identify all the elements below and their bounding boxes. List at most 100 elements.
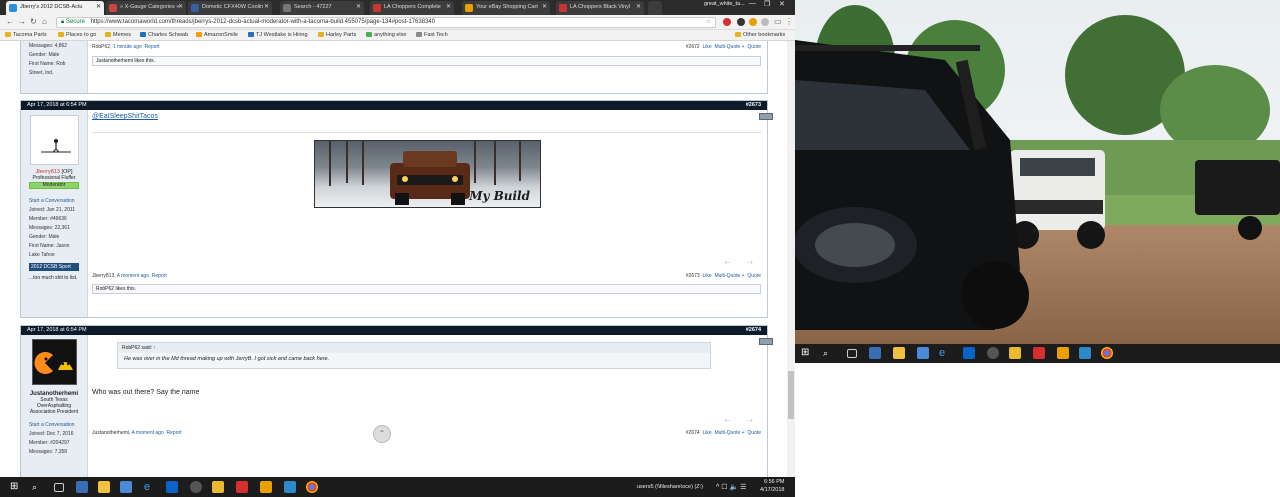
tab-ebay-cart[interactable]: Your eBay Shopping Cart ✕ [462,1,550,15]
post-number[interactable]: #2672 [686,44,700,50]
outlook-icon[interactable] [166,481,178,493]
bookmark-memes[interactable]: Memes [105,32,131,38]
tab-dometic[interactable]: Dometic CFX40W Coolin ✕ [188,1,272,15]
windows-start-icon[interactable]: ⊞ [10,481,22,493]
tab-xgauge[interactable]: » X-Gauge Categories » ✕ [106,1,186,15]
quote-link[interactable]: Quote [747,430,761,436]
close-icon[interactable]: ✕ [178,1,183,14]
like-link[interactable]: Like [702,44,711,50]
bookmark-tj-westlake[interactable]: TJ Westlake is Hiring [248,32,308,38]
app-icon[interactable] [284,481,296,493]
app-icon[interactable] [1057,347,1069,359]
bookmark-tacoma-parts[interactable]: Tacoma Parts [5,32,47,38]
tray-icons[interactable]: ^ ☐ 🔈 ☰ [716,483,746,491]
tab-la-choppers-complete[interactable]: LA Choppers Complete ✕ [370,1,454,15]
task-view-icon[interactable] [54,483,64,492]
report-link[interactable]: Report [152,273,167,279]
multi-quote-link[interactable]: Multi-Quote + [714,44,744,50]
close-icon[interactable]: ✕ [542,1,547,14]
edge-icon[interactable]: e [939,347,951,359]
edge-icon[interactable]: e [144,481,156,493]
post-time-link[interactable]: A moment ago [131,430,163,436]
post-number[interactable]: #2674 [686,430,700,436]
folder-icon[interactable] [212,481,224,493]
start-conversation-link[interactable]: Start a Conversation [21,421,87,430]
report-link[interactable]: Report [167,430,182,436]
post-menu-icon[interactable] [759,338,773,345]
app-icon[interactable] [120,481,132,493]
tray-drive-label[interactable]: users5 (\\fileshare\oce) (Z:) [637,484,703,490]
quote-author[interactable]: RobP62 said: ↑ [118,343,710,353]
computer-icon[interactable] [869,347,881,359]
close-window-icon[interactable]: ✕ [779,0,785,8]
tab-la-choppers-vinyl[interactable]: LA Choppers Black Vinyl ✕ [556,1,644,15]
extension-icon[interactable] [737,18,745,26]
bookmark-fast-tech[interactable]: Fast Tech [416,32,448,38]
clock-time[interactable]: 6:56 PM [764,479,784,485]
chrome-icon[interactable] [306,481,318,493]
bookmark-places-to-go[interactable]: Places to go [58,32,96,38]
app-icon[interactable] [190,481,202,493]
task-view-icon[interactable] [847,349,857,358]
like-link[interactable]: Like [702,273,711,279]
avatar[interactable] [32,339,77,385]
profile-name[interactable]: great_white_ta... [704,1,745,7]
cast-icon[interactable]: ▭ [774,17,782,26]
post-number[interactable]: #2674 [746,326,761,335]
post-time-link[interactable]: A moment ago [117,273,149,279]
file-explorer-icon[interactable] [893,347,905,359]
address-bar[interactable]: 🔒︎ Secure https://www.tacomaworld.com/th… [56,17,716,28]
app-icon[interactable] [236,481,248,493]
other-bookmarks[interactable]: Other bookmarks [735,32,785,38]
menu-kebab-icon[interactable]: ⋮ [785,17,793,26]
close-icon[interactable]: ✕ [636,1,641,14]
windows-start-icon[interactable]: ⊞ [801,347,813,359]
post-number[interactable]: #2673 [746,101,761,110]
app-icon[interactable] [917,347,929,359]
post-time-link[interactable]: 1 minute ago [113,44,142,50]
avatar[interactable] [30,115,79,165]
app-icon[interactable] [987,347,999,359]
page-scrollbar[interactable] [787,41,795,477]
tab-jberrys-build[interactable]: Jberry's 2012 DCSB-Actu ✕ [6,1,104,15]
quote-link[interactable]: Quote [747,44,761,50]
app-icon[interactable] [1033,347,1045,359]
build-banner-image[interactable]: My Build [314,140,541,208]
scrollbar-thumb[interactable] [788,371,794,419]
close-icon[interactable]: ✕ [264,1,269,14]
bookmark-harley-parts[interactable]: Harley Parts [318,32,356,38]
arrow-right-icon[interactable]: ⇢ [746,416,753,425]
start-conversation-link[interactable]: Start a Conversation [21,197,87,206]
computer-icon[interactable] [76,481,88,493]
arrow-left-icon[interactable]: ⇠ [724,258,731,267]
post-author[interactable]: Justanotherhemi, [92,430,130,436]
new-tab-button[interactable] [648,1,662,15]
extension-icon[interactable] [749,18,757,26]
home-icon[interactable]: ⌂ [42,17,47,26]
arrow-right-icon[interactable]: ⇢ [746,258,753,267]
folder-icon[interactable] [1009,347,1021,359]
mention-link[interactable]: @EatSleepShitTacos [92,113,761,120]
close-icon[interactable]: ✕ [446,1,451,14]
forward-arrow-icon[interactable]: → [18,17,26,26]
bookmark-anything-else[interactable]: anything else [366,32,406,38]
tab-search[interactable]: Search - 47227 ✕ [280,1,364,15]
post-number[interactable]: #2673 [686,273,700,279]
post-author[interactable]: RobP62, [92,44,111,50]
arrow-left-icon[interactable]: ⇠ [724,416,731,425]
multi-quote-link[interactable]: Multi-Quote + [714,430,744,436]
search-icon[interactable]: ⌕ [823,347,835,359]
multi-quote-link[interactable]: Multi-Quote + [714,273,744,279]
clock-date[interactable]: 4/17/2018 [760,487,784,493]
quote-link[interactable]: Quote [747,273,761,279]
bookmark-charles-schwab[interactable]: Charles Schwab [140,32,188,38]
extension-icon[interactable] [761,18,769,26]
minimize-icon[interactable]: — [749,0,756,7]
report-link[interactable]: Report [145,44,160,50]
like-link[interactable]: Like [702,430,711,436]
search-icon[interactable]: ⌕ [32,481,44,493]
close-icon[interactable]: ✕ [356,1,361,14]
outlook-icon[interactable] [963,347,975,359]
file-explorer-icon[interactable] [98,481,110,493]
scroll-to-top-icon[interactable]: ⌃ [373,425,391,443]
